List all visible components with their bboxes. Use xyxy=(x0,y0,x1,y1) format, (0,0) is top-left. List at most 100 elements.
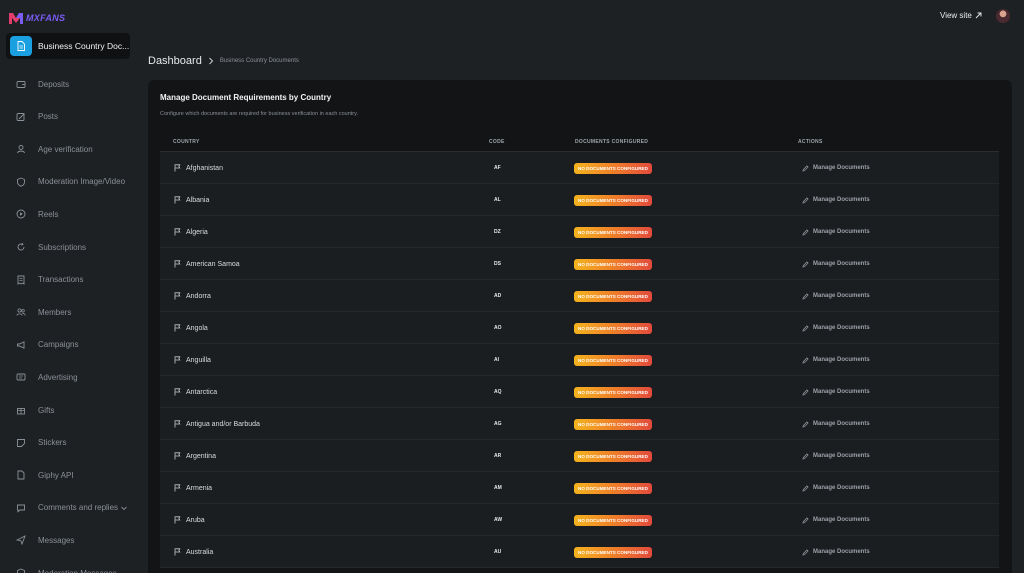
sidebar: MXFANS Business Country Doc... Deposits P… xyxy=(0,0,136,573)
country-code: AI xyxy=(494,357,499,363)
table-row: Antigua and/or Barbuda AG NO DOCUMENTS CON… xyxy=(160,408,999,440)
sidebar-item-label: Stickers xyxy=(38,438,67,448)
view-site-link[interactable]: View site xyxy=(940,11,982,20)
pencil-icon xyxy=(802,324,809,331)
receipt-icon xyxy=(16,275,26,285)
breadcrumb-dashboard[interactable]: Dashboard xyxy=(148,55,202,67)
manage-documents-button[interactable]: Manage Documents xyxy=(802,504,870,536)
flag-icon xyxy=(174,228,181,236)
sidebar-item-deposits[interactable]: Deposits xyxy=(0,74,136,94)
manage-documents-button[interactable]: Manage Documents xyxy=(802,248,870,280)
sidebar-item-giphy-api[interactable]: Giphy API xyxy=(0,465,136,485)
chevron-right-icon xyxy=(208,57,214,65)
manage-documents-label: Manage Documents xyxy=(813,261,870,267)
shield-icon xyxy=(16,568,26,573)
flag-icon xyxy=(174,452,181,460)
column-header-code[interactable]: CODE xyxy=(489,139,505,145)
sidebar-item-transactions[interactable]: Transactions xyxy=(0,270,136,290)
sidebar-item-advertising[interactable]: Advertising xyxy=(0,367,136,387)
pencil-icon xyxy=(802,484,809,491)
sidebar-item-stickers[interactable]: Stickers xyxy=(0,433,136,453)
manage-documents-button[interactable]: Manage Documents xyxy=(802,376,870,408)
pencil-icon xyxy=(802,356,809,363)
table-row: Aruba AW NO DOCUMENTS CONFIGURED Manage Doc… xyxy=(160,504,999,536)
sidebar-item-label: Giphy API xyxy=(38,470,74,480)
country-name: Australia xyxy=(186,548,214,556)
sidebar-item-label: Comments and replies xyxy=(38,503,119,513)
sidebar-item-business-country-documents[interactable]: Business Country Doc... xyxy=(6,33,130,59)
play-circle-icon xyxy=(16,209,26,219)
manage-documents-button[interactable]: Manage Documents xyxy=(802,408,870,440)
country-name: American Samoa xyxy=(186,260,240,268)
flag-icon xyxy=(174,516,181,524)
column-header-actions: ACTIONS xyxy=(798,139,823,145)
country-name: Albania xyxy=(186,196,210,204)
manage-documents-button[interactable]: Manage Documents xyxy=(802,344,870,376)
manage-documents-button[interactable]: Manage Documents xyxy=(802,440,870,472)
status-badge: NO DOCUMENTS CONFIGURED xyxy=(574,227,652,238)
manage-documents-label: Manage Documents xyxy=(813,453,870,459)
breadcrumb-current: Business Country Documents xyxy=(219,58,299,64)
sidebar-item-messages[interactable]: Messages xyxy=(0,530,136,550)
table-row: Andorra AD NO DOCUMENTS CONFIGURED Manage D… xyxy=(160,280,999,312)
sidebar-item-moderation-image-video[interactable]: Moderation Image/Video xyxy=(0,172,136,192)
pencil-icon xyxy=(802,164,809,171)
external-link-icon xyxy=(975,12,982,19)
sidebar-item-members[interactable]: Members xyxy=(0,302,136,322)
country-name: Afghanistan xyxy=(186,164,223,172)
manage-documents-button[interactable]: Manage Documents xyxy=(802,536,870,568)
shield-icon xyxy=(16,177,26,187)
logo-text: MXFANS xyxy=(26,13,66,23)
status-badge: NO DOCUMENTS CONFIGURED xyxy=(574,163,652,174)
country-name: Aruba xyxy=(186,516,205,524)
manage-documents-button[interactable]: Manage Documents xyxy=(802,216,870,248)
sidebar-item-age-verification[interactable]: Age verification xyxy=(0,139,136,159)
sidebar-item-label: Moderation Image/Video xyxy=(38,177,126,187)
pencil-icon xyxy=(802,260,809,267)
status-badge: NO DOCUMENTS CONFIGURED xyxy=(574,547,652,558)
sidebar-item-label: Business Country Doc... xyxy=(38,41,130,51)
manage-documents-button[interactable]: Manage Documents xyxy=(802,312,870,344)
sidebar-item-label: Posts xyxy=(38,112,59,122)
pencil-icon xyxy=(802,292,809,299)
sidebar-item-gifts[interactable]: Gifts xyxy=(0,400,136,420)
pencil-icon xyxy=(802,548,809,555)
user-id-icon xyxy=(16,144,26,154)
brand-logo[interactable]: MXFANS xyxy=(8,10,65,26)
manage-documents-button[interactable]: Manage Documents xyxy=(802,184,870,216)
manage-documents-button[interactable]: Manage Documents xyxy=(802,280,870,312)
country-code: AD xyxy=(494,293,502,299)
sidebar-item-label: Age verification xyxy=(38,144,93,154)
flag-icon xyxy=(174,260,181,268)
manage-documents-label: Manage Documents xyxy=(813,357,870,363)
status-badge: NO DOCUMENTS CONFIGURED xyxy=(574,515,652,526)
sidebar-item-posts[interactable]: Posts xyxy=(0,107,136,127)
users-icon xyxy=(16,307,26,317)
sidebar-item-subscriptions[interactable]: Subscriptions xyxy=(0,237,136,257)
chevron-down-icon xyxy=(121,506,127,510)
logo-mark-icon xyxy=(9,13,23,24)
sidebar-item-moderation-messages[interactable]: Moderation Messages xyxy=(0,563,136,573)
sidebar-item-campaigns[interactable]: Campaigns xyxy=(0,335,136,355)
country-name: Antarctica xyxy=(186,388,218,396)
manage-documents-label: Manage Documents xyxy=(813,549,870,555)
avatar[interactable] xyxy=(996,9,1010,23)
sidebar-item-reels[interactable]: Reels xyxy=(0,204,136,224)
ad-icon xyxy=(16,372,26,382)
table-body: Afghanistan AF NO DOCUMENTS CONFIGURED Mana… xyxy=(160,152,999,568)
sidebar-item-comments-and-replies[interactable]: Comments and replies xyxy=(0,498,136,518)
manage-documents-button[interactable]: Manage Documents xyxy=(802,472,870,504)
flag-icon xyxy=(174,324,181,332)
column-header-documents[interactable]: DOCUMENTS CONFIGURED xyxy=(575,139,648,145)
flag-icon xyxy=(174,484,181,492)
manage-documents-label: Manage Documents xyxy=(813,229,870,235)
table-row: Anguilla AI NO DOCUMENTS CONFIGURED Manage … xyxy=(160,344,999,376)
country-code: DS xyxy=(494,261,501,267)
country-code: AQ xyxy=(494,389,502,395)
gift-icon xyxy=(16,405,26,415)
pencil-icon xyxy=(802,388,809,395)
column-header-country[interactable]: COUNTRY xyxy=(173,139,200,145)
manage-documents-button[interactable]: Manage Documents xyxy=(802,152,870,184)
country-name: Armenia xyxy=(186,484,213,492)
status-badge: NO DOCUMENTS CONFIGURED xyxy=(574,387,652,398)
